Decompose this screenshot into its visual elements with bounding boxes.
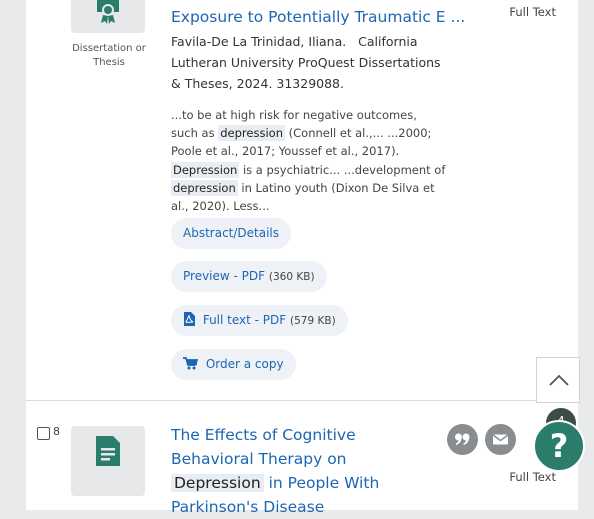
pdf-icon [184, 312, 195, 326]
result-title-link[interactable]: Exposure to Potentially Traumatic E ... [171, 5, 465, 29]
full-text-pdf-label: Full text - PDF [202, 313, 287, 327]
document-icon [96, 436, 120, 466]
result-title-link[interactable]: The Effects of Cognitive Behavioral Ther… [171, 423, 441, 519]
preview-pdf-label: Preview - PDF [183, 269, 266, 283]
meta-line: Lutheran University ProQuest Dissertatio… [171, 55, 441, 70]
full-text-indicator: Full Text [509, 5, 556, 19]
citation-meta: Favila-De La Trinidad, Iliana. Californi… [171, 31, 451, 94]
abstract-details-link[interactable]: Abstract/Details [171, 218, 292, 249]
result-snippet: ...to be at high risk for negative outco… [171, 106, 446, 215]
scroll-to-top-button[interactable] [536, 357, 580, 403]
document-thumbnail[interactable] [71, 426, 145, 496]
full-text-pdf-size: (579 KB) [290, 315, 336, 327]
meta-line: & Theses, 2024. 31329088. [171, 76, 344, 91]
title-text: The Effects of Cognitive Behavioral Ther… [171, 426, 356, 468]
quote-icon [455, 433, 470, 445]
preview-pdf-size: (360 KB) [268, 271, 315, 283]
result-number: 8 [53, 425, 60, 438]
full-text-pdf-link[interactable]: Full text - PDF (579 KB) [171, 305, 348, 336]
search-term-highlight: Depression [171, 161, 240, 178]
email-button[interactable] [485, 424, 516, 455]
order-copy-link[interactable]: Order a copy [171, 349, 296, 380]
search-term-highlight: depression [171, 179, 238, 196]
search-term-highlight: depression [218, 125, 285, 142]
abstract-details-label: Abstract/Details [183, 226, 280, 240]
chevron-up-icon [549, 374, 569, 386]
search-term-highlight: Depression [171, 474, 264, 492]
meta-line: Favila-De La Trinidad, Iliana. Californi… [171, 34, 418, 49]
certificate-icon [97, 0, 119, 24]
document-type-label: Dissertation or Thesis [72, 43, 146, 68]
snippet-text: is a psychiatric... ...development of [242, 162, 446, 177]
results-list: Dissertation or Thesis Exposure to Poten… [26, 0, 578, 516]
dissertation-thumbnail[interactable] [71, 0, 145, 33]
cart-icon [183, 357, 199, 370]
result-divider [26, 400, 578, 401]
cite-button[interactable] [447, 424, 478, 455]
select-result-checkbox[interactable] [37, 427, 50, 440]
help-button[interactable]: ? [533, 420, 585, 472]
order-copy-label: Order a copy [205, 357, 284, 371]
envelope-icon [492, 434, 509, 445]
full-text-indicator: Full Text [509, 470, 556, 484]
preview-pdf-link[interactable]: Preview - PDF (360 KB) [171, 261, 327, 292]
